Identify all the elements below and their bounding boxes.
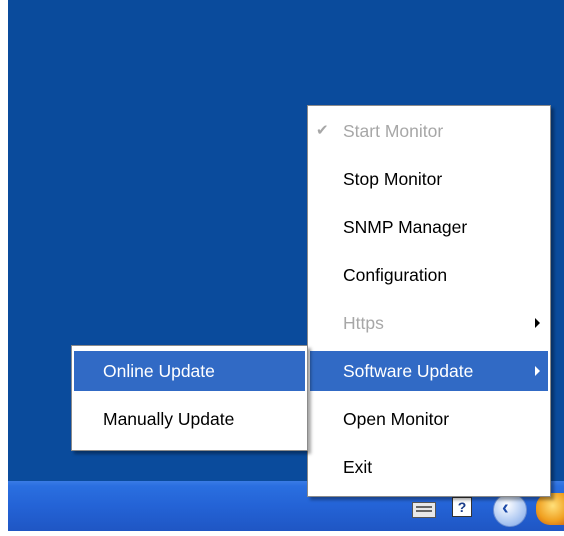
menu-item-start-monitor[interactable]: ✔ Start Monitor	[310, 111, 548, 151]
menu-item-open-monitor[interactable]: Open Monitor	[310, 399, 548, 439]
menu-item-online-update[interactable]: Online Update	[74, 351, 305, 391]
app-icon[interactable]	[536, 493, 564, 525]
menu-item-software-update[interactable]: Software Update	[310, 351, 548, 391]
menu-item-exit[interactable]: Exit	[310, 447, 548, 487]
menu-item-label: Start Monitor	[343, 121, 444, 141]
menu-item-label: SNMP Manager	[343, 217, 468, 237]
help-icon[interactable]: ?	[452, 497, 472, 517]
keyboard-icon[interactable]	[412, 502, 436, 518]
submenu-arrow-icon	[535, 318, 540, 328]
menu-item-label: Configuration	[343, 265, 448, 285]
tray-context-menu: ✔ Start Monitor Stop Monitor SNMP Manage…	[307, 105, 551, 497]
back-arrow-glyph: ‹	[502, 497, 509, 519]
menu-item-configuration[interactable]: Configuration	[310, 255, 548, 295]
menu-item-https[interactable]: Https	[310, 303, 548, 343]
menu-item-label: Stop Monitor	[343, 169, 443, 189]
checkmark-icon: ✔	[316, 122, 329, 139]
menu-item-label: Https	[343, 313, 384, 333]
menu-item-manually-update[interactable]: Manually Update	[74, 399, 305, 439]
menu-item-label: Manually Update	[103, 409, 235, 429]
menu-item-snmp-manager[interactable]: SNMP Manager	[310, 207, 548, 247]
menu-item-label: Open Monitor	[343, 409, 450, 429]
menu-item-label: Online Update	[103, 361, 215, 381]
software-update-submenu: Online Update Manually Update	[71, 345, 308, 451]
submenu-arrow-icon	[535, 366, 540, 376]
menu-item-label: Exit	[343, 457, 373, 477]
menu-item-label: Software Update	[343, 361, 474, 381]
menu-item-stop-monitor[interactable]: Stop Monitor	[310, 159, 548, 199]
back-arrow-icon[interactable]: ‹	[493, 493, 527, 527]
